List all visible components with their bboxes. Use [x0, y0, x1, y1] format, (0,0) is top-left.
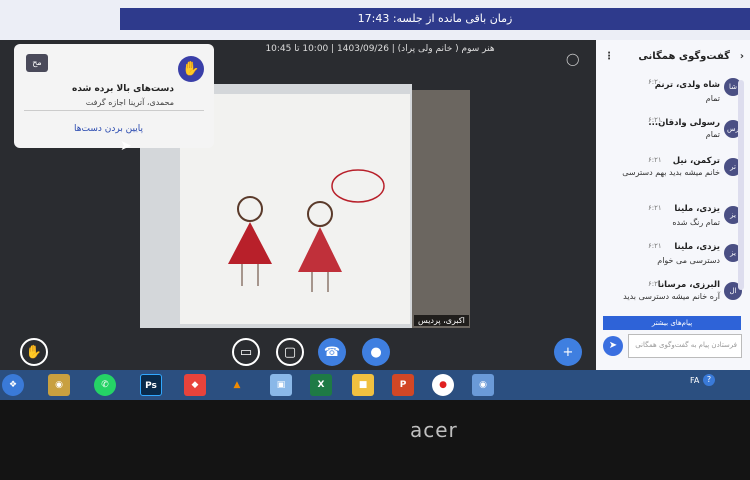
- video-name-tag: اکبری، پردیس: [414, 315, 469, 326]
- drawing-image: [180, 94, 410, 324]
- chat-title: گفت‌وگوی همگانی: [638, 51, 730, 62]
- message-text: خانم میشه بدید بهم دسترسی: [622, 168, 720, 177]
- language-indicator[interactable]: FA: [690, 376, 699, 385]
- send-icon[interactable]: ➤: [603, 336, 623, 356]
- message-time: ۶:۲۱: [648, 280, 662, 288]
- chat-input[interactable]: فرستادن پیام به گفت‌وگوی همگانی: [628, 334, 742, 358]
- message-text: تمام: [705, 94, 720, 103]
- screen: زمان باقی مانده از جلسه: 17:43 هنر سوم (…: [0, 0, 750, 400]
- sender-name: یزدی، ملینا: [674, 242, 720, 252]
- video-tile-side: [412, 90, 470, 328]
- message-time: ۶:۲۱: [648, 204, 662, 212]
- message-time: ۶:۲۰: [648, 78, 662, 86]
- powerpoint-icon[interactable]: P: [392, 374, 414, 396]
- files-icon[interactable]: ■: [352, 374, 374, 396]
- popup-names: محمدی، آترینا اجازه گرفت: [85, 98, 174, 107]
- session-timer: زمان باقی مانده از جلسه: 17:43: [120, 8, 750, 30]
- sender-name: یزدی، ملینا: [674, 204, 720, 214]
- start-icon[interactable]: ❖: [2, 374, 24, 396]
- screen-share-off-button[interactable]: ▭: [232, 338, 260, 366]
- raised-hands-popup: مح ✋ دست‌های بالا برده شده محمدی، آترینا…: [14, 44, 214, 148]
- paint-icon[interactable]: ◉: [48, 374, 70, 396]
- lower-hands-button[interactable]: پایین بردن دست‌ها: [74, 124, 143, 134]
- avatar: مح: [26, 54, 48, 72]
- message-text: تمام رنگ شده: [672, 218, 720, 227]
- firefox-icon[interactable]: ◉: [472, 374, 494, 396]
- vlc-icon[interactable]: ▲: [226, 374, 248, 396]
- message-time: ۶:۲۱: [648, 116, 662, 124]
- meeting-info: هنر سوم ( خانم ولی پراد) | 1403/09/26 | …: [265, 44, 495, 54]
- anydesk-icon[interactable]: ◆: [184, 374, 206, 396]
- message-text: آره خانم میشه دسترسی بدید: [623, 292, 720, 301]
- paint-app-icon[interactable]: ▣: [270, 374, 292, 396]
- sender-name: ترکمن، نیل: [672, 156, 720, 166]
- user-icon[interactable]: ◯: [566, 52, 579, 66]
- add-button[interactable]: +: [554, 338, 582, 366]
- hand-icon: ✋: [178, 56, 204, 82]
- divider: [24, 110, 204, 111]
- sender-name: البرزی، مرسانا: [657, 280, 720, 290]
- chevron-left-icon[interactable]: ‹: [740, 46, 744, 68]
- more-messages-button[interactable]: پیام‌های بیشتر: [603, 316, 741, 330]
- message-time: ۶:۲۱: [648, 156, 662, 164]
- more-icon[interactable]: ⋮: [604, 46, 614, 68]
- whatsapp-icon[interactable]: ✆: [94, 374, 116, 396]
- raise-hand-button[interactable]: ✋: [20, 338, 48, 366]
- popup-title: دست‌های بالا برده شده: [72, 84, 174, 94]
- message-time: ۶:۲۱: [648, 242, 662, 250]
- help-icon[interactable]: ?: [703, 374, 715, 386]
- microphone-button[interactable]: ●: [362, 338, 390, 366]
- camera-off-button[interactable]: ▢: [276, 338, 304, 366]
- record-icon[interactable]: ●: [432, 374, 454, 396]
- mouse-cursor-icon: ➤: [120, 138, 132, 154]
- phone-button[interactable]: ☎: [318, 338, 346, 366]
- chat-header: ⋮ گفت‌وگوی همگانی ‹: [596, 46, 750, 68]
- laptop-brand-logo: acer: [410, 418, 458, 442]
- laptop-frame: زمان باقی مانده از جلسه: 17:43 هنر سوم (…: [0, 0, 750, 480]
- message-text: دسترسی می خوام: [657, 256, 720, 265]
- chat-scrollbar[interactable]: [738, 80, 744, 290]
- message-text: تمام: [705, 130, 720, 139]
- sender-name: شاه ولدی، ترنم: [654, 80, 720, 90]
- excel-icon[interactable]: X: [310, 374, 332, 396]
- photoshop-icon[interactable]: Ps: [140, 374, 162, 396]
